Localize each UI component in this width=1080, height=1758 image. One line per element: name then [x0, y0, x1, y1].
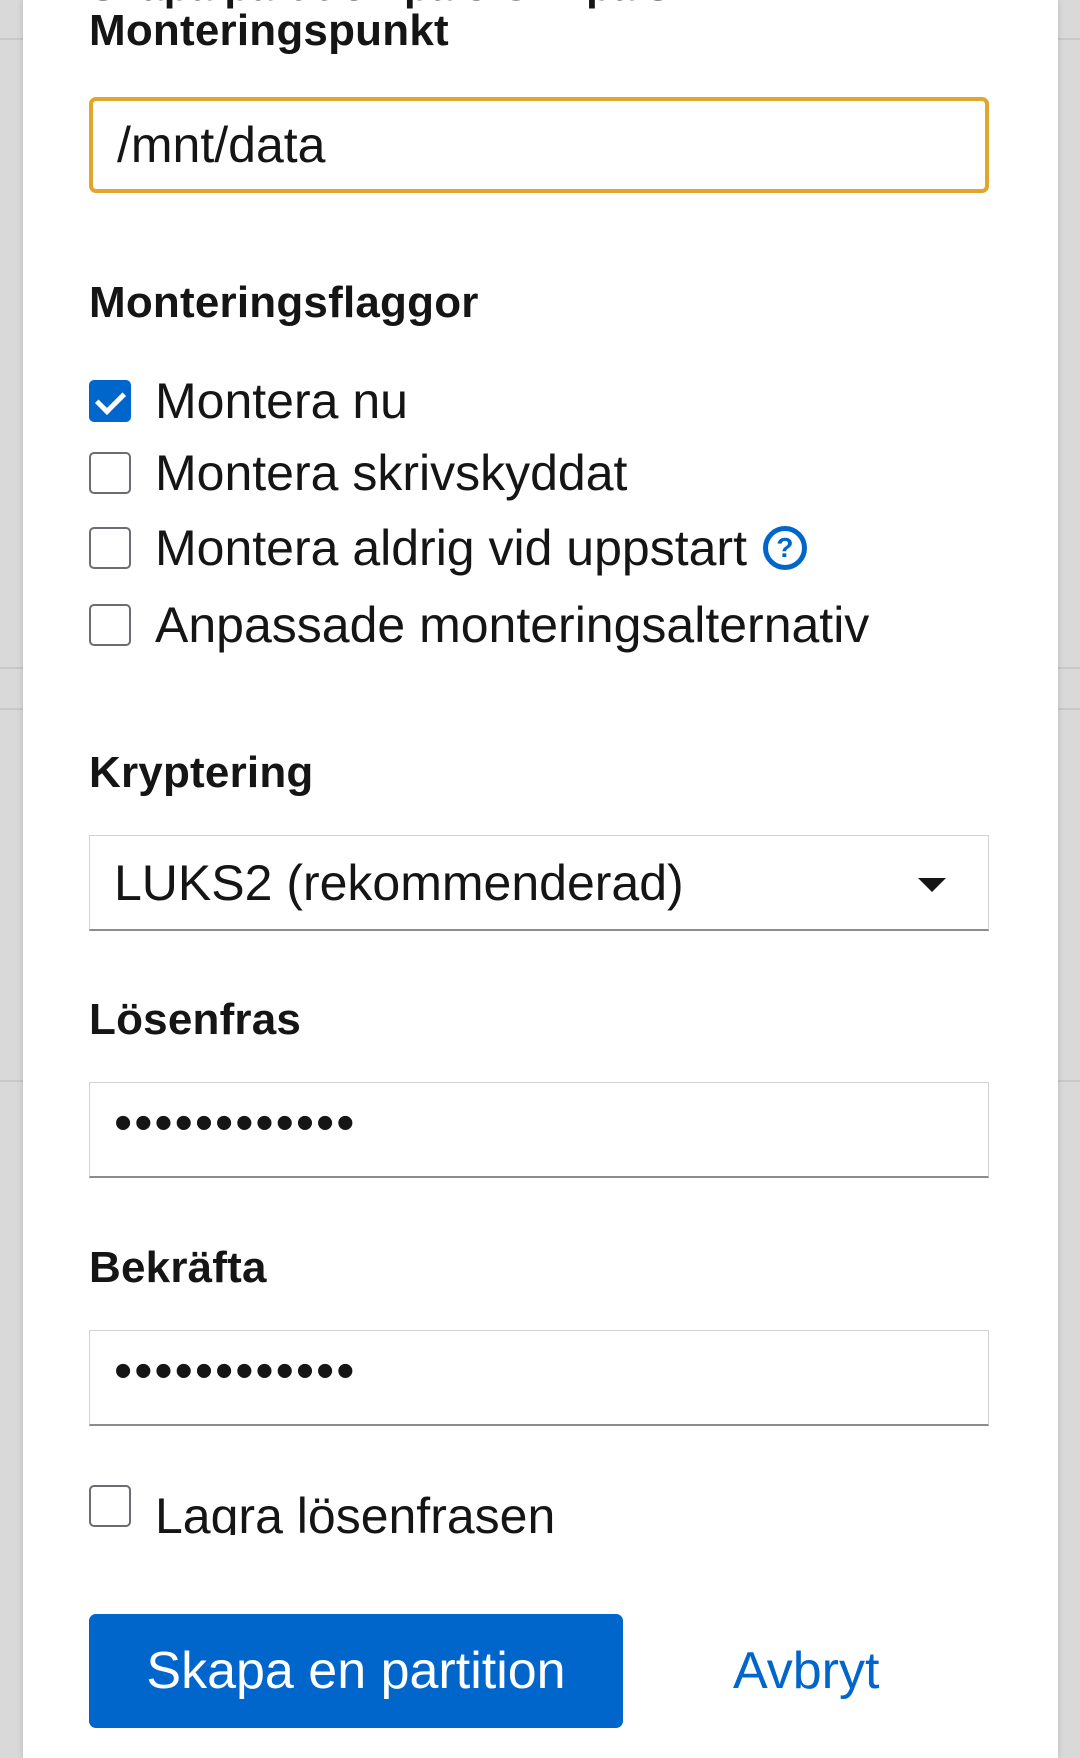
mount-options-label: Monteringsflaggor — [89, 278, 479, 327]
custom-mount-options-checkbox[interactable] — [89, 604, 131, 646]
mount-readonly-option[interactable]: Montera skrivskyddat — [89, 442, 627, 504]
create-partition-dialog: Skapa partition på 3 GiB på sdb Monterin… — [23, 0, 1058, 1758]
mount-now-checkbox[interactable] — [89, 380, 131, 422]
passphrase-input[interactable]: •••••••••••• — [89, 1082, 989, 1178]
mount-readonly-label: Montera skrivskyddat — [155, 445, 628, 501]
store-passphrase-option[interactable]: Lagra lösenfrasen — [89, 1475, 555, 1535]
store-passphrase-row[interactable]: Lagra lösenfrasen — [89, 1475, 789, 1535]
mount-now-option[interactable]: Montera nu — [89, 370, 408, 432]
custom-mount-options-option[interactable]: Anpassade monteringsalternativ — [89, 594, 869, 656]
help-icon[interactable]: ? — [762, 526, 807, 570]
cancel-button[interactable]: Avbryt — [733, 1614, 879, 1728]
encryption-selected-value: LUKS2 (rekommenderad) — [114, 854, 684, 911]
mount-point-input[interactable]: /mnt/data — [89, 97, 989, 193]
store-passphrase-checkbox[interactable] — [89, 1485, 131, 1527]
passphrase-label: Lösenfras — [89, 995, 302, 1044]
create-partition-button[interactable]: Skapa en partition — [89, 1614, 623, 1728]
custom-mount-options-label: Anpassade monteringsalternativ — [155, 597, 870, 653]
never-mount-at-boot-label: Montera aldrig vid uppstart — [155, 520, 747, 576]
caret-down-icon — [918, 878, 946, 892]
mount-point-value: /mnt/data — [117, 117, 326, 173]
confirm-passphrase-value: •••••••••••• — [114, 1341, 357, 1400]
confirm-passphrase-label: Bekräfta — [89, 1243, 267, 1292]
store-passphrase-label: Lagra lösenfrasen — [155, 1488, 556, 1535]
encryption-select[interactable]: LUKS2 (rekommenderad) — [89, 835, 989, 931]
confirm-passphrase-input[interactable]: •••••••••••• — [89, 1330, 989, 1426]
never-mount-at-boot-checkbox[interactable] — [89, 527, 131, 569]
passphrase-value: •••••••••••• — [114, 1093, 357, 1152]
mount-readonly-checkbox[interactable] — [89, 452, 131, 494]
never-mount-at-boot-option[interactable]: Montera aldrig vid uppstart ? — [89, 517, 807, 579]
mount-now-label: Montera nu — [155, 373, 408, 429]
mount-point-label: Monteringspunkt — [89, 6, 449, 55]
encryption-label: Kryptering — [89, 748, 314, 797]
